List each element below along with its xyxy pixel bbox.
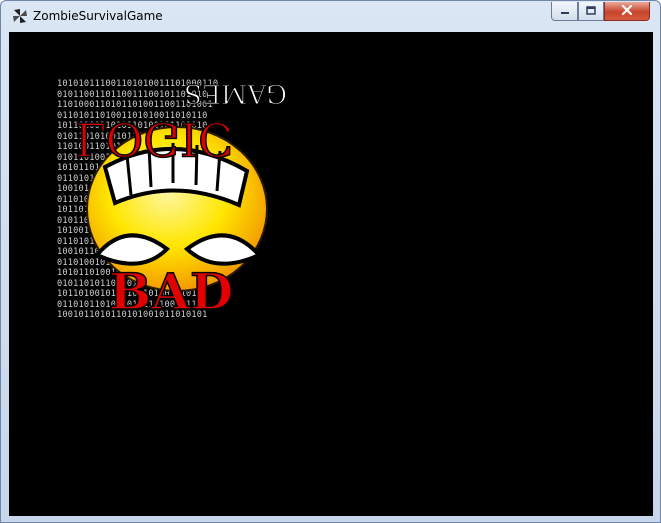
close-icon xyxy=(621,2,633,20)
maximize-icon xyxy=(586,2,596,20)
minimize-button[interactable] xyxy=(551,2,578,21)
logo-bad-text: BAD xyxy=(109,262,233,321)
maximize-button[interactable] xyxy=(578,2,604,21)
logo-games-text: GAMES xyxy=(184,79,287,108)
title-bar[interactable]: ZombieSurvivalGame xyxy=(1,1,660,31)
game-canvas[interactable]: 101010111001101010011101000110 010110011… xyxy=(9,32,653,516)
logo-text-layer: GAMES LOGIC BAD xyxy=(74,79,287,321)
close-button[interactable] xyxy=(604,2,650,21)
logo-logic-text: LOGIC xyxy=(75,112,233,166)
window-title: ZombieSurvivalGame xyxy=(33,9,163,23)
bad-logic-games-logo: 101010111001101010011101000110 010110011… xyxy=(57,79,295,321)
pinwheel-app-icon[interactable] xyxy=(12,8,28,24)
app-window: ZombieSurvivalGame 101010111001101010011… xyxy=(0,0,661,523)
minimize-icon xyxy=(560,2,570,20)
